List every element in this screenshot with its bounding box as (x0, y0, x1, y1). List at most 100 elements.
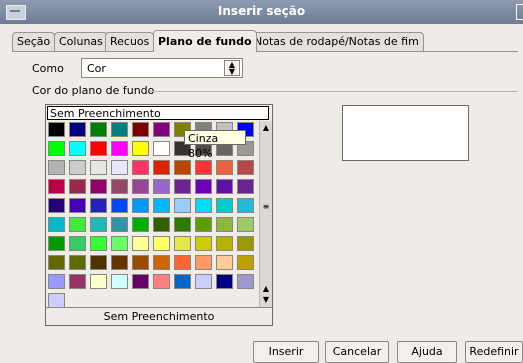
color-swatch[interactable] (48, 179, 65, 194)
color-swatch[interactable] (216, 274, 233, 289)
color-swatch[interactable] (216, 160, 233, 175)
color-swatch[interactable] (237, 255, 254, 270)
color-swatch[interactable] (132, 122, 149, 137)
tab-plano-de-fundo[interactable]: Plano de fundo (153, 30, 257, 52)
color-swatch[interactable] (195, 179, 212, 194)
color-swatch[interactable] (174, 179, 191, 194)
color-swatch[interactable] (90, 217, 107, 232)
scroll-up-icon-lower[interactable]: ▲ (261, 283, 271, 294)
color-swatch[interactable] (153, 255, 170, 270)
color-swatch[interactable] (111, 255, 128, 270)
color-swatch[interactable] (237, 160, 254, 175)
scroll-grip-icon[interactable]: ≡ (261, 201, 271, 212)
color-swatch[interactable] (174, 236, 191, 251)
color-swatch[interactable] (48, 274, 65, 289)
color-swatch[interactable] (132, 198, 149, 213)
color-swatch[interactable] (111, 122, 128, 137)
color-swatch[interactable] (69, 198, 86, 213)
tab-colunas[interactable]: Colunas (54, 32, 108, 51)
color-swatch[interactable] (174, 274, 191, 289)
color-swatch[interactable] (153, 274, 170, 289)
color-swatch[interactable] (237, 274, 254, 289)
color-swatch[interactable] (90, 160, 107, 175)
color-swatch[interactable] (48, 122, 65, 137)
color-swatch[interactable] (195, 255, 212, 270)
color-swatch[interactable] (48, 236, 65, 251)
color-swatch[interactable] (153, 160, 170, 175)
color-swatch[interactable] (48, 198, 65, 213)
color-swatch[interactable] (48, 141, 65, 156)
color-swatch[interactable] (174, 217, 191, 232)
color-swatch[interactable] (237, 236, 254, 251)
color-swatch[interactable] (111, 217, 128, 232)
color-swatch[interactable] (69, 141, 86, 156)
color-swatch[interactable] (195, 198, 212, 213)
color-swatch[interactable] (132, 217, 149, 232)
color-swatch[interactable] (90, 141, 107, 156)
color-swatch[interactable] (69, 255, 86, 270)
color-swatch[interactable] (132, 236, 149, 251)
color-swatch[interactable] (90, 274, 107, 289)
color-swatch[interactable] (216, 236, 233, 251)
color-swatch[interactable] (153, 122, 170, 137)
cancelar-button[interactable]: Cancelar (325, 341, 389, 363)
ajuda-button[interactable]: Ajuda (397, 341, 457, 363)
color-swatch[interactable] (111, 141, 128, 156)
color-swatch[interactable] (153, 217, 170, 232)
color-swatch[interactable] (132, 160, 149, 175)
color-swatch[interactable] (153, 236, 170, 251)
color-swatch[interactable] (48, 217, 65, 232)
color-swatch[interactable] (48, 255, 65, 270)
color-swatch[interactable] (174, 255, 191, 270)
color-swatch[interactable] (90, 236, 107, 251)
color-swatch[interactable] (69, 217, 86, 232)
color-swatch[interactable] (69, 122, 86, 137)
color-swatch[interactable] (195, 274, 212, 289)
color-swatch[interactable] (153, 198, 170, 213)
inserir-button[interactable]: Inserir (253, 341, 319, 363)
color-swatch[interactable] (90, 255, 107, 270)
close-icon[interactable] (516, 4, 523, 20)
color-swatch[interactable] (237, 217, 254, 232)
color-swatch[interactable] (216, 198, 233, 213)
color-swatch[interactable] (111, 160, 128, 175)
color-swatch[interactable] (195, 160, 212, 175)
color-swatch[interactable] (111, 198, 128, 213)
color-swatch[interactable] (48, 160, 65, 175)
color-swatch[interactable] (90, 198, 107, 213)
color-swatch[interactable] (132, 179, 149, 194)
scroll-up-icon[interactable]: ▲ (261, 122, 271, 133)
como-select[interactable]: Cor ▲ ▼ (81, 58, 243, 78)
color-swatch[interactable] (90, 179, 107, 194)
color-swatch[interactable] (153, 179, 170, 194)
color-swatch[interactable] (132, 255, 149, 270)
color-swatch[interactable] (132, 274, 149, 289)
color-swatch[interactable] (195, 236, 212, 251)
color-swatch[interactable] (153, 141, 170, 156)
color-swatch[interactable] (111, 236, 128, 251)
color-swatch[interactable] (174, 160, 191, 175)
tab-recuos[interactable]: Recuos (105, 32, 155, 51)
color-swatch[interactable] (111, 179, 128, 194)
tab-notas[interactable]: Notas de rodapé/Notas de fim (249, 32, 424, 51)
color-swatch[interactable] (69, 236, 86, 251)
color-swatch[interactable] (216, 179, 233, 194)
palette-scrollbar[interactable]: ▲ ≡ ▲ ▼ (259, 121, 272, 307)
color-swatch[interactable] (195, 217, 212, 232)
tab-secao[interactable]: Seção (12, 32, 56, 51)
no-fill-option[interactable]: Sem Preenchimento (47, 106, 269, 120)
color-swatch[interactable] (48, 293, 65, 308)
color-swatch[interactable] (111, 274, 128, 289)
color-swatch[interactable] (69, 274, 86, 289)
color-swatch[interactable] (216, 255, 233, 270)
color-swatch[interactable] (237, 198, 254, 213)
color-swatch[interactable] (69, 160, 86, 175)
color-swatch[interactable] (132, 141, 149, 156)
color-swatch[interactable] (237, 179, 254, 194)
color-swatch[interactable] (69, 179, 86, 194)
scroll-down-icon[interactable]: ▼ (261, 294, 271, 305)
color-swatch[interactable] (174, 198, 191, 213)
color-swatch[interactable] (216, 217, 233, 232)
color-swatch[interactable] (90, 122, 107, 137)
redefinir-button[interactable]: Redefinir (465, 341, 523, 363)
